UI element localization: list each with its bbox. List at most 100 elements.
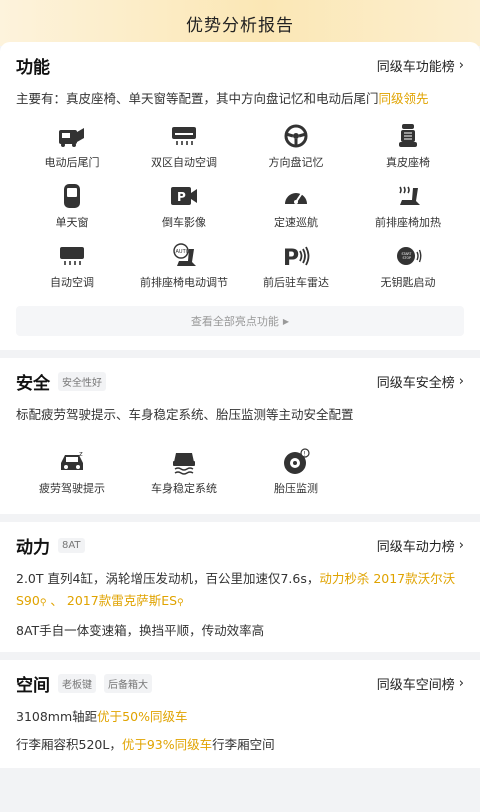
chevron-right-icon: › [458,675,464,691]
leather-seat-icon [392,122,424,150]
feature-label: 自动空调 [50,276,94,289]
chevron-right-icon: › [458,57,464,73]
power-rank-label: 同级车动力榜 [376,539,455,555]
function-card-header: 功能 同级车功能榜 › [16,42,464,88]
power-text: 2.0T 直列4缸，涡轮增压发动机，百公里加速仅7.6s， [16,571,320,586]
function-title: 功能 [16,57,50,78]
feature-label: 倒车影像 [162,216,206,229]
function-feature-grid: 电动后尾门 双区自动空调 方向盘记忆 真皮座椅 单天窗 P 倒车影像 定速巡航 … [16,110,464,294]
steering-wheel-icon [280,122,312,150]
space-text: 行李厢空间 [212,737,275,752]
space-card: 空间 老板键 后备箱大 同级车空间榜 › 3108mm轴距优于50%同级车 行李… [0,660,480,768]
parking-radar-icon: P [280,242,312,270]
fatigue-alert-icon: z [56,448,88,476]
header-bar: 优势分析报告 [0,0,480,46]
feature-item[interactable]: 单天窗 [16,182,128,234]
safety-description: 标配疲劳驾驶提示、车身稳定系统、胎压监测等主动安全配置 [16,407,354,422]
view-all-features-button[interactable]: 查看全部亮点功能 ▶ [16,306,464,336]
sunroof-icon [56,182,88,210]
feature-label: 方向盘记忆 [268,156,324,169]
space-tag: 老板键 [58,673,96,693]
stability-control-icon [168,448,200,476]
page-title: 优势分析报告 [186,15,294,36]
power-line-1: 2.0T 直列4缸，涡轮增压发动机，百公里加速仅7.6s，动力秒杀 2017款沃… [16,568,464,614]
feature-label: 疲劳驾驶提示 [39,482,105,495]
feature-label: 车身稳定系统 [151,482,217,495]
competitor-link[interactable]: 2017款雷克萨斯ES [67,593,177,608]
keyless-start-icon: START STOP [392,242,424,270]
safety-tag: 安全性好 [58,371,106,391]
seat-heating-icon [392,182,424,210]
triangle-right-icon: ▶ [282,316,290,326]
feature-item[interactable]: START STOP 无钥匙启动 [352,242,464,294]
feature-item[interactable]: 车身稳定系统 [128,448,240,500]
power-seat-icon: AUTO [168,242,200,270]
space-text: 3108mm轴距 [16,709,98,724]
feature-label: 前排座椅加热 [375,216,441,229]
space-rank-link[interactable]: 同级车空间榜 › [377,674,464,693]
space-card-header: 空间 老板键 后备箱大 同级车空间榜 › [16,660,464,706]
feature-item[interactable]: P 前后驻车雷达 [240,242,352,294]
safety-rank-link[interactable]: 同级车安全榜 › [377,372,464,391]
climate-icon [168,122,200,150]
space-highlight: 优于50%同级车 [97,709,188,724]
power-rank-link[interactable]: 同级车动力榜 › [377,536,464,555]
feature-label: 单天窗 [55,216,89,229]
space-tag: 后备箱大 [104,673,152,693]
feature-item[interactable]: 前排座椅加热 [352,182,464,234]
safety-title: 安全 [16,373,50,394]
safety-feature-grid: z 疲劳驾驶提示 车身稳定系统 ! 胎压监测 [16,426,464,514]
function-rank-link[interactable]: 同级车功能榜 › [377,56,464,75]
feature-item[interactable]: 双区自动空调 [128,122,240,174]
space-highlight: 优于93%同级车 [121,737,213,752]
auto-ac-icon [56,242,88,270]
feature-item[interactable]: 定速巡航 [240,182,352,234]
space-title: 空间 [16,675,50,696]
feature-item[interactable]: P 倒车影像 [128,182,240,234]
tailgate-icon [56,122,88,150]
search-icon: ⚲ [177,598,184,608]
feature-label: 电动后尾门 [44,156,100,169]
feature-item[interactable]: AUTO 前排座椅电动调节 [128,242,240,294]
power-tag: 8AT [58,537,85,553]
feature-label: 前后驻车雷达 [263,276,329,289]
space-line-2: 行李厢容积520L，优于93%同级车行李厢空间 [16,734,464,756]
function-desc-text: 主要有：真皮座椅、单天窗等配置，其中方向盘记忆和电动后尾门 [16,91,379,106]
view-all-label: 查看全部亮点功能 [190,315,279,328]
cruise-control-icon [280,182,312,210]
feature-label: 真皮座椅 [386,156,430,169]
safety-card-header: 安全 安全性好 同级车安全榜 › [16,358,464,404]
space-line-1: 3108mm轴距优于50%同级车 [16,706,464,728]
function-card: 功能 同级车功能榜 › 主要有：真皮座椅、单天窗等配置，其中方向盘记忆和电动后尾… [0,42,480,350]
power-card: 动力 8AT 同级车动力榜 › 2.0T 直列4缸，涡轮增压发动机，百公里加速仅… [0,522,480,652]
function-rank-label: 同级车功能榜 [376,59,455,75]
svg-text:!: ! [303,451,305,458]
function-desc-highlight: 同级领先 [378,91,429,106]
feature-item[interactable]: ! 胎压监测 [240,448,352,500]
feature-item[interactable]: 真皮座椅 [352,122,464,174]
feature-item[interactable]: 电动后尾门 [16,122,128,174]
svg-text:STOP: STOP [403,256,411,260]
feature-item[interactable]: 自动空调 [16,242,128,294]
feature-label: 前排座椅电动调节 [140,276,228,289]
svg-text:z: z [79,450,83,458]
feature-label: 无钥匙启动 [380,276,436,289]
feature-item[interactable]: 方向盘记忆 [240,122,352,174]
safety-card: 安全 安全性好 同级车安全榜 › 标配疲劳驾驶提示、车身稳定系统、胎压监测等主动… [0,358,480,514]
tire-pressure-icon: ! [280,448,312,476]
feature-label: 定速巡航 [274,216,318,229]
power-line-2: 8AT手自一体变速箱，换挡平顺，传动效率高 [16,623,265,638]
svg-text:P: P [283,246,299,269]
separator: 、 [46,593,67,608]
feature-item[interactable]: z 疲劳驾驶提示 [16,448,128,500]
svg-text:P: P [177,190,186,204]
space-rank-label: 同级车空间榜 [376,677,455,693]
feature-label: 胎压监测 [274,482,318,495]
power-title: 动力 [16,537,50,558]
space-text: 行李厢容积520L， [16,737,122,752]
feature-label: 双区自动空调 [151,156,217,169]
power-card-header: 动力 8AT 同级车动力榜 › [16,522,464,568]
chevron-right-icon: › [458,537,464,553]
function-description: 主要有：真皮座椅、单天窗等配置，其中方向盘记忆和电动后尾门同级领先 [16,88,464,110]
chevron-right-icon: › [458,373,464,389]
